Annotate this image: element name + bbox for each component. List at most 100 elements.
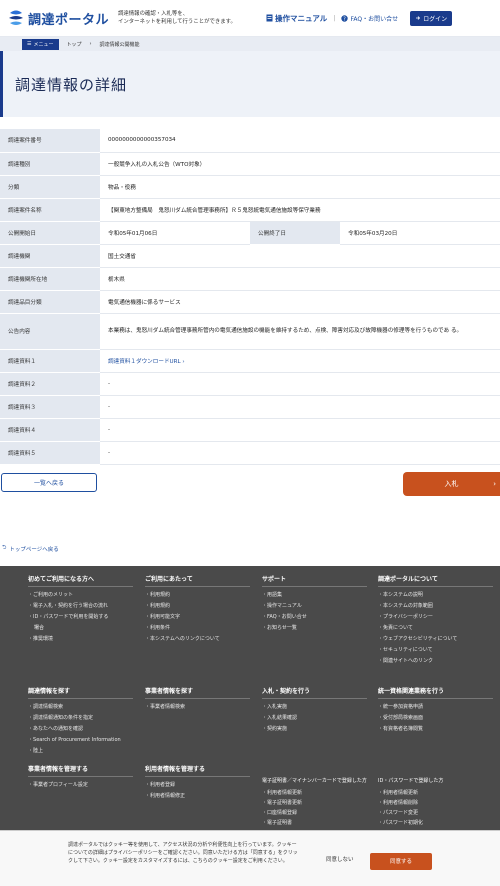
cookie-accept-button[interactable]: 同意する <box>370 853 432 870</box>
footer-link[interactable]: 有資格者名簿閲覧 <box>378 724 493 735</box>
question-icon: ? <box>341 14 349 22</box>
footer-link[interactable]: FAQ・お問い合せ <box>262 612 367 623</box>
row-label: 調達案件番号 <box>0 129 100 153</box>
menu-button[interactable]: ☰ メニュー <box>22 38 59 50</box>
footer-link[interactable]: 本システムへのリンクについて <box>145 634 250 645</box>
footer-link[interactable]: パスワード初期化 <box>378 818 493 828</box>
footer-col-search-procurement: 調達情報を探す 調達情報検索 調達情報通知の条件を指定 あなたへの通知を確認 S… <box>28 686 133 757</box>
back-label: 一覧へ戻る <box>33 480 64 487</box>
footer-link-cont[interactable]: 場合 <box>28 623 133 634</box>
manual-icon <box>266 14 273 22</box>
row-label: 調達案件名称 <box>0 198 100 222</box>
footer-link[interactable]: 免責について <box>378 623 493 634</box>
footer-link[interactable]: 入札結果確認 <box>262 713 367 724</box>
footer-link[interactable]: 電子入札・契約を行う場合の流れ <box>28 601 133 612</box>
footer-link[interactable]: パスワード変更 <box>378 808 493 818</box>
footer-link[interactable]: ウェブアクセシビリティについて <box>378 634 493 645</box>
bid-button[interactable]: 入札 › <box>403 472 500 496</box>
footer-subheading: 電子証明書／マイナンバーカードで登録した方 <box>262 778 367 784</box>
table-row: 調達種別 一般競争入札の入札公告（WTO対象） <box>0 152 500 176</box>
footer-heading[interactable]: ご利用にあたって <box>145 574 250 587</box>
table-row: 分類 物品・役務 <box>0 175 500 199</box>
login-button[interactable]: ログイン <box>410 10 453 26</box>
footer-link[interactable]: プライバシーポリシー <box>378 612 493 623</box>
footer-link[interactable]: Search of Procurement Information <box>28 735 133 746</box>
footer-col-first-time: 初めてご利用になる方へ ご利用のメリット 電子入札・契約を行う場合の流れ ID・… <box>28 574 133 645</box>
footer-link[interactable]: ID・パスワードで利用を開始する <box>28 612 133 623</box>
row-label: 調達種別 <box>0 152 100 176</box>
footer-link[interactable]: 利用規約 <box>145 601 250 612</box>
bid-label: 入札 <box>444 480 459 488</box>
footer-heading[interactable]: 入札・契約を行う <box>262 686 367 699</box>
footer-link[interactable]: 調達情報検索 <box>28 702 133 713</box>
footer-link[interactable]: 本システムの対象範囲 <box>378 601 493 612</box>
footer-heading[interactable]: 事業者情報を探す <box>145 686 250 699</box>
table-row: 調達案件番号 0000000000000357034 <box>0 129 500 153</box>
footer-link[interactable]: 利用者情報修正 <box>145 791 250 802</box>
row-label: 公告内容 <box>0 313 100 350</box>
footer-link[interactable]: 推奨環境 <box>28 634 133 645</box>
footer-link[interactable]: 利用者情報削除 <box>378 798 493 808</box>
footer-heading[interactable]: 調達情報を探す <box>28 686 133 699</box>
row-value: - <box>100 418 500 442</box>
footer-heading[interactable]: サポート <box>262 574 367 587</box>
breadcrumb-top[interactable]: トップ <box>67 41 82 48</box>
footer-col-business-manage: 事業者情報を管理する 事業者プロフィール設定 <box>28 764 133 791</box>
site-logo[interactable]: 調達ポータル <box>6 8 118 28</box>
table-row: 調達資料４- <box>0 418 500 442</box>
footer-link[interactable]: 事業者情報検索 <box>145 702 250 713</box>
row-value: - <box>100 441 500 465</box>
footer-link[interactable]: 契約実施 <box>262 724 367 735</box>
row-value: 国土交通省 <box>100 244 500 268</box>
footer-link[interactable]: 本システムの説明 <box>378 590 493 601</box>
manual-link[interactable]: 操作マニュアル <box>266 13 327 24</box>
footer-link[interactable]: 用語集 <box>262 590 367 601</box>
detail-table: 調達案件番号 0000000000000357034 調達種別 一般競争入札の入札公… <box>0 129 500 465</box>
hamburger-icon: ☰ <box>27 41 32 47</box>
row-label: 調達資料５ <box>0 441 100 465</box>
footer-link[interactable]: 事業者プロフィール設定 <box>28 780 133 791</box>
footer-link[interactable]: 統一参加資格申請 <box>378 702 493 713</box>
footer-link[interactable]: セキュリティについて <box>378 645 493 656</box>
footer-link[interactable]: 電子証明書更新 <box>262 798 367 808</box>
footer-link[interactable]: 関連サイトへのリンク <box>378 656 493 667</box>
footer-heading[interactable]: 調達ポータルについて <box>378 574 493 587</box>
footer-link[interactable]: 利用者情報更新 <box>378 788 493 798</box>
footer-link[interactable]: 操作マニュアル <box>262 601 367 612</box>
footer-link[interactable]: 入札実施 <box>262 702 367 713</box>
footer-link[interactable]: 陸上 <box>28 746 133 757</box>
cookie-banner: 調達ポータルではクッキー等を使用して、アクセス状況の分析や利便性向上を行っていま… <box>0 830 500 886</box>
footer-link[interactable]: 利用規約 <box>145 590 250 601</box>
footer-heading[interactable]: 利用者情報を管理する <box>145 764 250 777</box>
footer-col-support: サポート 用語集 操作マニュアル FAQ・お問い合せ お知らせ一覧 <box>262 574 367 634</box>
document-link-label: 調達資料１ダウンロードURL <box>108 358 181 365</box>
row-label: 分類 <box>0 175 100 199</box>
footer-link[interactable]: 利用条件 <box>145 623 250 634</box>
row-label: 公開終了日 <box>250 221 340 245</box>
document-download-link[interactable]: 調達資料１ダウンロードURL › <box>108 359 185 365</box>
back-to-list-button[interactable]: 一覧へ戻る <box>1 473 97 492</box>
footer-link[interactable]: 調達情報通知の条件を指定 <box>28 713 133 724</box>
footer-link[interactable]: 電子証明書 <box>262 818 367 828</box>
back-to-top-link[interactable]: ⮌ トップページへ戻る <box>2 544 59 553</box>
footer-link[interactable]: 利用者情報更新 <box>262 788 367 798</box>
footer-col-id-user: ID・パスワードで登録した方 利用者情報更新 利用者情報削除 パスワード変更 パ… <box>378 778 493 828</box>
action-buttons: 一覧へ戻る 入札 › <box>0 472 500 496</box>
cookie-decline-button[interactable]: 同意しない <box>326 856 354 864</box>
row-value: 本業務は、鬼怒川ダム統合管理事務所管内の電気通信施設の機能を維持するため、点検、… <box>100 313 500 350</box>
footer-link[interactable]: お知らせ一覧 <box>262 623 367 634</box>
footer-link[interactable]: 口座情報登録 <box>262 808 367 818</box>
faq-link[interactable]: ? FAQ・お問い合せ <box>341 14 398 23</box>
footer-subheading: ID・パスワードで登録した方 <box>378 778 444 784</box>
footer-link[interactable]: 受付部局検索画面 <box>378 713 493 724</box>
table-row: 調達資料１ 調達資料１ダウンロードURL › <box>0 349 500 373</box>
row-label: 調達機関所在地 <box>0 267 100 291</box>
footer-link[interactable]: あなたへの通知を確認 <box>28 724 133 735</box>
footer-link[interactable]: ご利用のメリット <box>28 590 133 601</box>
footer-link[interactable]: 利用者登録 <box>145 780 250 791</box>
footer-heading[interactable]: 初めてご利用になる方へ <box>28 574 133 587</box>
footer-heading[interactable]: 統一資格関連業務を行う <box>378 686 493 699</box>
footer-heading[interactable]: 事業者情報を管理する <box>28 764 133 777</box>
footer-link[interactable]: 利用可能文字 <box>145 612 250 623</box>
row-value: - <box>100 372 500 396</box>
